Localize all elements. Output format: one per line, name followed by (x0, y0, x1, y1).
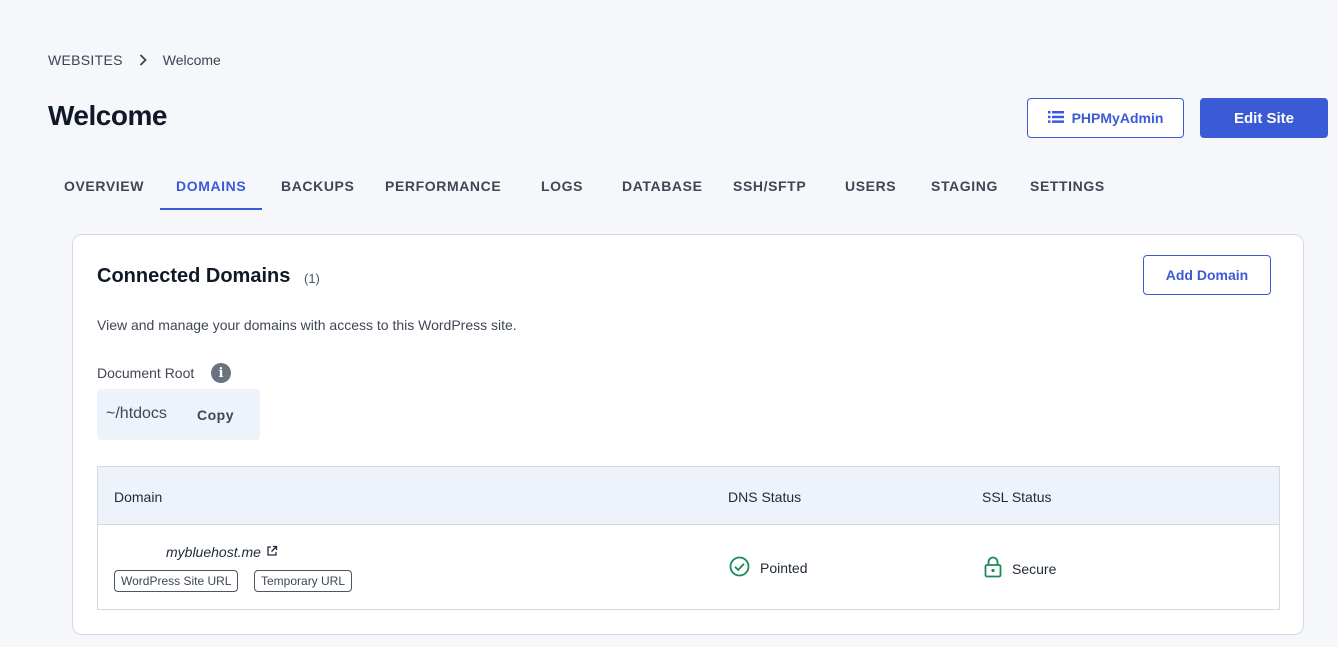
tab-staging[interactable]: STAGING (915, 168, 1014, 210)
tab-users[interactable]: USERS (829, 168, 912, 210)
info-icon[interactable]: i (211, 363, 231, 383)
dns-status: Pointed (729, 556, 807, 580)
table-row: mybluehost.me WordPress Site URL Tempora… (98, 525, 1279, 609)
tab-backups[interactable]: BACKUPS (265, 168, 370, 210)
domain-link[interactable]: mybluehost.me (166, 544, 278, 560)
ssl-status: Secure (984, 556, 1056, 581)
domain-count: (1) (304, 271, 320, 286)
tab-overview[interactable]: OVERVIEW (48, 168, 160, 210)
domains-table: Domain DNS Status SSL Status mybluehost.… (97, 466, 1280, 610)
tab-ssh-sftp[interactable]: SSH/SFTP (717, 168, 822, 210)
tab-database[interactable]: DATABASE (606, 168, 719, 210)
tab-logs[interactable]: LOGS (525, 168, 599, 210)
table-header: Domain DNS Status SSL Status (98, 467, 1279, 525)
document-root-box: ~/htdocs Copy (97, 389, 260, 440)
check-circle-icon (729, 556, 750, 580)
list-icon (1047, 110, 1064, 127)
tab-performance[interactable]: PERFORMANCE (369, 168, 517, 210)
document-root-path: ~/htdocs (106, 405, 167, 422)
external-link-icon (266, 544, 278, 560)
tab-domains[interactable]: DOMAINS (160, 168, 263, 210)
breadcrumb: WEBSITES Welcome (48, 52, 221, 68)
edit-site-button[interactable]: Edit Site (1200, 98, 1328, 138)
connected-domains-card: Connected Domains (1) Add Domain View an… (72, 234, 1304, 635)
tab-settings[interactable]: SETTINGS (1014, 168, 1121, 210)
domain-name: mybluehost.me (166, 544, 261, 560)
chevron-right-icon (139, 53, 149, 67)
ssl-status-text: Secure (1012, 560, 1057, 577)
tag-wordpress-site-url: WordPress Site URL (114, 570, 239, 592)
document-root-label: Document Root (97, 365, 195, 381)
phpmyadmin-button[interactable]: PHPMyAdmin (1027, 98, 1184, 138)
card-title: Connected Domains (97, 265, 291, 287)
column-header-ssl-status: SSL Status (982, 489, 1052, 505)
column-header-domain: Domain (114, 489, 163, 505)
phpmyadmin-label: PHPMyAdmin (1071, 110, 1164, 126)
lock-icon (984, 556, 1002, 581)
column-header-dns-status: DNS Status (728, 489, 802, 505)
card-description: View and manage your domains with access… (97, 317, 517, 333)
add-domain-button[interactable]: Add Domain (1143, 255, 1271, 295)
page-title: Welcome (48, 100, 167, 131)
tag-temporary-url: Temporary URL (254, 570, 353, 592)
dns-status-text: Pointed (760, 560, 808, 576)
copy-button[interactable]: Copy (197, 407, 234, 423)
breadcrumb-websites-link[interactable]: WEBSITES (48, 52, 123, 68)
breadcrumb-current: Welcome (162, 52, 221, 68)
